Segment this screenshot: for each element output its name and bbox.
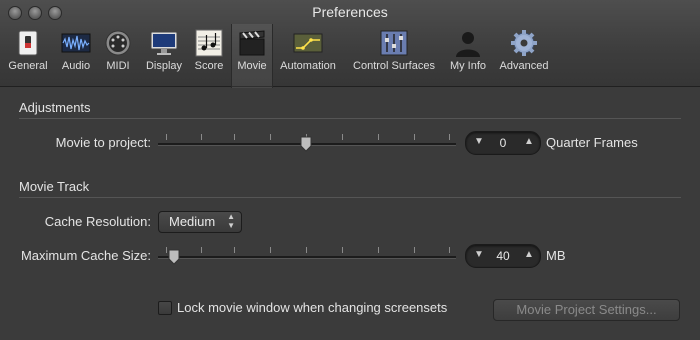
lock-movie-window-label[interactable]: Lock movie window when changing screense… [177,300,447,315]
movie-to-project-value[interactable]: 0 [488,136,518,150]
increment-arrow-icon[interactable]: ▲ [524,136,534,147]
lock-movie-window-checkbox[interactable] [158,301,172,315]
general-switch-icon [18,30,38,56]
tab-advanced[interactable]: Advanced [496,28,552,72]
slider-thumb[interactable] [168,249,180,265]
tab-display[interactable]: Display [142,28,186,72]
tab-automation-label: Automation [280,60,336,72]
adjustments-heading: Adjustments [19,100,91,115]
tab-my-info[interactable]: My Info [446,28,490,72]
decrement-arrow-icon[interactable]: ▼ [474,136,484,147]
tab-score[interactable]: Score [191,28,227,72]
movie-to-project-label: Movie to project: [55,135,151,150]
tab-midi-label: MIDI [106,60,130,72]
clapperboard-icon [239,30,265,56]
cache-resolution-label: Cache Resolution: [44,214,151,229]
mb-unit: MB [546,248,566,263]
slider-thumb[interactable] [300,136,312,152]
titlebar: Preferences General Audio MIDI Display S… [0,0,700,88]
tab-control-surfaces-label: Control Surfaces [353,60,435,72]
quarter-frames-unit: Quarter Frames [546,135,638,150]
decrement-arrow-icon[interactable]: ▼ [474,249,484,260]
tab-my-info-label: My Info [449,60,487,72]
midi-plug-icon [105,30,131,56]
movie-track-heading: Movie Track [19,179,90,194]
movie-project-settings-button[interactable]: Movie Project Settings... [493,299,680,321]
automation-curve-icon [293,33,323,53]
person-icon [456,32,480,57]
tab-midi[interactable]: MIDI [100,28,136,72]
tab-general-label: General [8,60,48,72]
max-cache-size-stepper[interactable]: ▼ 40 ▲ [465,244,541,268]
popup-updown-icon: ▲ ▼ [227,212,235,230]
faders-icon [380,30,408,56]
tab-automation[interactable]: Automation [276,28,340,72]
max-cache-size-value[interactable]: 40 [488,249,518,263]
monitor-icon [150,31,178,55]
tab-audio[interactable]: Audio [56,28,96,72]
movie-to-project-stepper[interactable]: ▼ 0 ▲ [465,131,541,155]
increment-arrow-icon[interactable]: ▲ [524,249,534,260]
max-cache-size-label: Maximum Cache Size: [20,248,151,263]
movie-track-divider [19,197,681,198]
tab-control-surfaces[interactable]: Control Surfaces [348,28,440,72]
score-notes-icon [195,29,223,57]
cache-resolution-value: Medium [169,214,216,229]
tab-movie-label: Movie [237,60,267,72]
tab-advanced-label: Advanced [499,60,549,72]
preferences-toolbar: General Audio MIDI Display Score Movie A… [0,24,700,88]
tab-score-label: Score [194,60,224,72]
gear-icon [511,30,537,56]
tab-movie[interactable]: Movie [231,24,273,88]
tab-display-label: Display [145,60,183,72]
cache-resolution-popup[interactable]: Medium ▲ ▼ [158,211,242,233]
tab-audio-label: Audio [61,60,91,72]
window-title: Preferences [312,4,388,20]
adjustments-divider [19,118,681,119]
tab-general[interactable]: General [6,28,50,72]
preferences-window: Preferences General Audio MIDI Display S… [0,0,700,340]
audio-waveform-icon [61,33,91,53]
